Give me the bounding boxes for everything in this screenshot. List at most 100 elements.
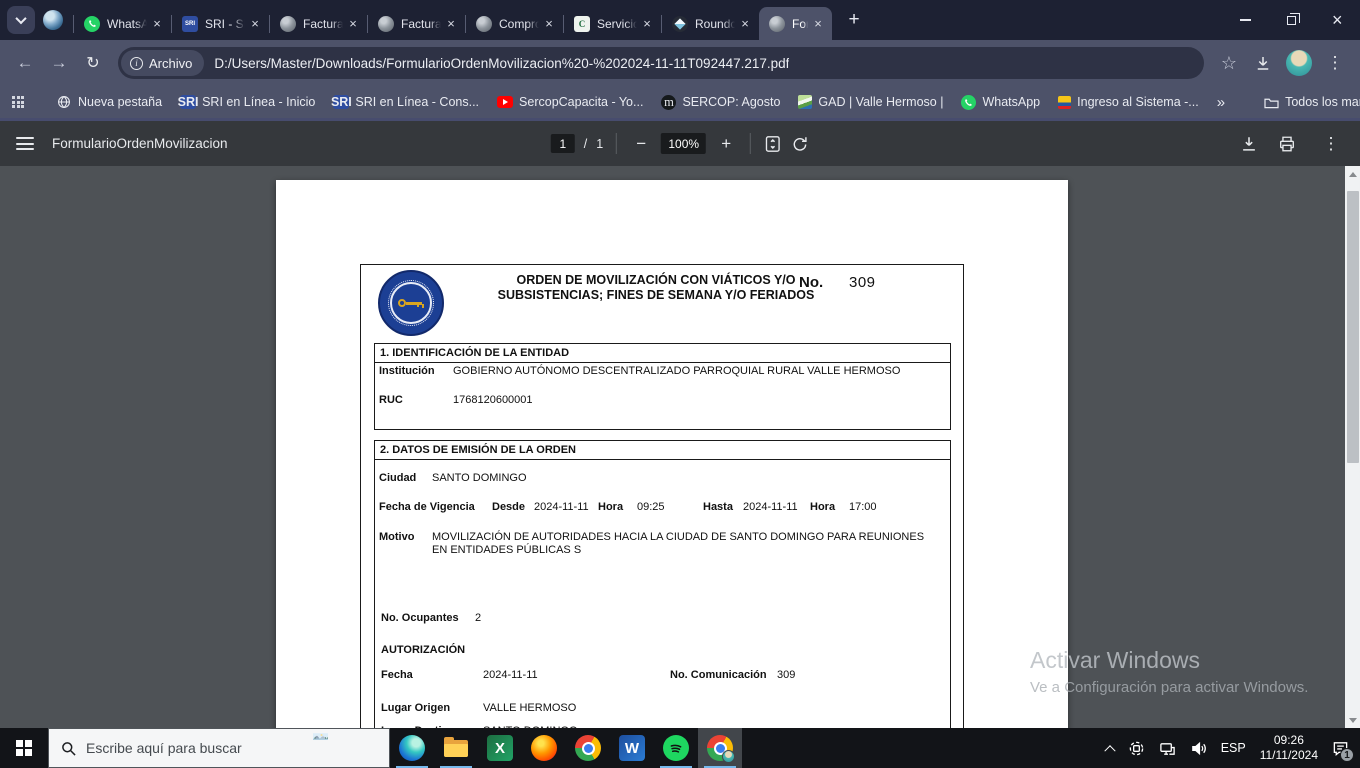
browser-toolbar: i Archivo D:/Users/Master/Downloads/Form…: [0, 40, 1360, 86]
forward-button[interactable]: [44, 48, 74, 78]
bookmark-sri-inicio[interactable]: SRI SRI en Línea - Inicio: [178, 95, 315, 109]
hora2-value: 17:00: [849, 501, 877, 513]
zoom-out-button[interactable]: [630, 134, 652, 154]
tab-comprobar[interactable]: Comprobar: [466, 7, 563, 40]
bookmark-star-icon[interactable]: [1214, 48, 1244, 78]
pdf-more-icon[interactable]: [1316, 129, 1346, 159]
motivo-value: MOVILIZACIÓN DE AUTORIDADES HACIA LA CIU…: [432, 531, 925, 556]
bookmark-gad-valle-hermoso[interactable]: GAD | Valle Hermoso |: [798, 95, 943, 109]
close-icon[interactable]: [639, 16, 655, 32]
tab-factura-2[interactable]: Factura - 20: [368, 7, 465, 40]
tray-expand-chevron[interactable]: [1099, 728, 1121, 768]
screen: WhatsApp SRI SRI - SISTEM Factura - 20 F…: [0, 0, 1360, 768]
profile-avatar[interactable]: [1286, 50, 1312, 76]
tray-app-icon[interactable]: [1121, 728, 1152, 768]
address-bar[interactable]: i Archivo D:/Users/Master/Downloads/Form…: [118, 47, 1204, 79]
taskbar-chrome[interactable]: [566, 728, 610, 768]
zoom-level-input[interactable]: 100%: [661, 133, 707, 154]
tab-roundcube[interactable]: Roundcube: [662, 7, 759, 40]
tray-time: 09:26: [1273, 733, 1304, 747]
taskbar-search-input[interactable]: Escribe aquí para buscar: [48, 728, 390, 768]
pinned-tab-favicon[interactable]: [43, 10, 63, 30]
tab-search-button[interactable]: [7, 6, 35, 34]
language-indicator[interactable]: ESP: [1214, 728, 1253, 768]
bookmark-label: SRI en Línea - Cons...: [355, 95, 480, 109]
info-icon: i: [130, 56, 143, 70]
search-highlight-image[interactable]: [301, 729, 389, 767]
restore-button[interactable]: [1268, 0, 1314, 40]
new-tab-button[interactable]: [840, 6, 868, 34]
pdf-menu-icon[interactable]: [16, 137, 34, 150]
watermark-line1: Activar Windows: [1030, 647, 1200, 673]
reload-button[interactable]: [78, 48, 108, 78]
back-button[interactable]: [10, 48, 40, 78]
all-bookmarks-button[interactable]: Todos los marcadores: [1263, 94, 1360, 110]
bookmarks-overflow-icon[interactable]: [1217, 94, 1225, 111]
sercop-icon: m: [661, 94, 677, 110]
tab-factura-1[interactable]: Factura - 20: [270, 7, 367, 40]
taskbar-excel[interactable]: X: [478, 728, 522, 768]
clock[interactable]: 09:26 11/11/2024: [1253, 728, 1325, 768]
taskbar-word[interactable]: W: [610, 728, 654, 768]
browser-menu-icon[interactable]: [1320, 48, 1350, 78]
start-button[interactable]: [0, 728, 48, 768]
bookmark-sercopcapacita[interactable]: SercopCapacita - Yo...: [497, 95, 643, 109]
edge-icon: [399, 735, 425, 761]
scrollbar[interactable]: [1345, 166, 1360, 728]
bookmark-label: Nueva pestaña: [78, 95, 163, 109]
close-icon[interactable]: [247, 16, 263, 32]
pdf-download-icon[interactable]: [1240, 135, 1258, 153]
action-center-button[interactable]: 1: [1325, 728, 1356, 768]
file-scheme-chip[interactable]: i Archivo: [121, 50, 205, 76]
taskbar-spotify[interactable]: [654, 728, 698, 768]
activate-windows-watermark: Activar Windows Ve a Configuración para …: [1030, 647, 1308, 696]
separator: [750, 133, 752, 154]
page-number-input[interactable]: 1: [550, 134, 575, 153]
tab-formulario-active[interactable]: Formulario: [759, 7, 832, 40]
close-icon[interactable]: [443, 16, 459, 32]
close-icon[interactable]: [345, 16, 361, 32]
tab-label: Factura - 20: [401, 16, 441, 31]
close-icon[interactable]: [149, 16, 165, 32]
fit-to-page-button[interactable]: [764, 135, 782, 153]
volume-icon[interactable]: [1183, 728, 1214, 768]
origen-value: VALLE HERMOSO: [483, 702, 577, 714]
taskbar-file-explorer[interactable]: [434, 728, 478, 768]
apps-grid-icon[interactable]: [12, 96, 24, 108]
bookmark-nueva-pestana[interactable]: Nueva pestaña: [56, 94, 162, 110]
whatsapp-icon: [84, 15, 100, 32]
taskbar-firefox[interactable]: [522, 728, 566, 768]
taskbar-edge[interactable]: [390, 728, 434, 768]
ecuador-coat-icon: [1058, 95, 1072, 109]
scroll-down-arrow[interactable]: [1345, 712, 1360, 728]
scrollbar-thumb[interactable]: [1346, 191, 1359, 463]
close-icon[interactable]: [737, 16, 753, 32]
minimize-button[interactable]: [1222, 0, 1268, 40]
spotify-icon: [663, 735, 689, 761]
ruc-value: 1768120600001: [453, 394, 533, 406]
tab-sri-sistema[interactable]: SRI SRI - SISTEM: [172, 7, 269, 40]
print-icon[interactable]: [1278, 135, 1296, 153]
bookmark-ingreso-sistema[interactable]: Ingreso al Sistema -...: [1058, 95, 1199, 109]
close-icon[interactable]: [810, 16, 826, 32]
downloads-icon[interactable]: [1248, 48, 1278, 78]
close-icon[interactable]: [541, 16, 557, 32]
bookmark-whatsapp[interactable]: WhatsApp: [961, 94, 1041, 110]
bookmark-label: WhatsApp: [982, 95, 1041, 109]
restore-icon: [1286, 12, 1300, 25]
taskbar-chrome-active[interactable]: [698, 728, 742, 768]
servicios-icon: C: [574, 15, 590, 32]
sri-icon: SRI: [330, 95, 352, 109]
tab-servicios[interactable]: C Servicios C: [564, 7, 661, 40]
zoom-in-button[interactable]: [715, 134, 737, 154]
close-window-button[interactable]: [1314, 0, 1360, 40]
autorizacion-title: AUTORIZACIÓN: [381, 644, 466, 656]
bookmark-sercop-agosto[interactable]: m SERCOP: Agosto: [661, 94, 780, 110]
network-icon[interactable]: [1152, 728, 1183, 768]
bookmark-sri-consultas[interactable]: SRI SRI en Línea - Cons...: [330, 95, 480, 109]
vigencia-label: Fecha de Vigencia: [379, 501, 475, 513]
rotate-button[interactable]: [791, 135, 809, 153]
tray-date: 11/11/2024: [1259, 748, 1318, 762]
scroll-up-arrow[interactable]: [1345, 166, 1360, 182]
tab-whatsapp[interactable]: WhatsApp: [74, 7, 171, 40]
